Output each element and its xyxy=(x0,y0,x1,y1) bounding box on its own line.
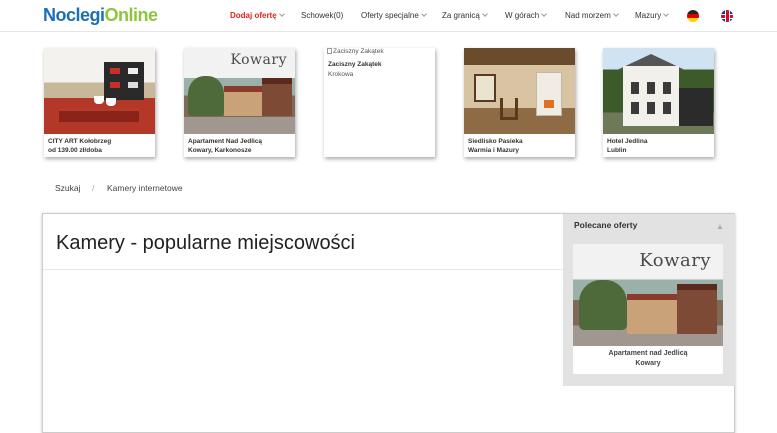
offer-title: Apartament nad Jedlicą xyxy=(608,350,688,357)
site-header: NoclegiOnline Dodaj ofertę Schowek(0) Of… xyxy=(0,0,777,32)
chevron-down-icon xyxy=(481,11,488,17)
photo-detail xyxy=(59,108,139,122)
photo-detail xyxy=(544,100,554,108)
photo-detail xyxy=(623,66,679,126)
card-title: CITY ART Kołobrzeg xyxy=(48,138,112,145)
nav-special-offers[interactable]: Oferty specjalne xyxy=(361,11,427,20)
breadcrumb: Szukaj / Kamery internetowe xyxy=(0,183,777,195)
photo-detail xyxy=(474,74,496,102)
collapse-icon[interactable]: ▲ xyxy=(716,222,724,231)
card-title: Zaciszny Zakątek xyxy=(328,61,382,68)
photo-detail xyxy=(536,72,562,116)
chevron-down-icon xyxy=(278,11,285,17)
nav-mountains[interactable]: W górach xyxy=(505,11,548,20)
de-flag-icon[interactable] xyxy=(687,10,699,22)
offer-photo: Kowary xyxy=(573,244,723,346)
sidebar-title: Polecane oferty xyxy=(574,220,638,230)
nav-seaside-label: Nad morzem xyxy=(565,11,611,20)
offer-photo xyxy=(44,48,155,134)
nav-saved-label: Schowek(0) xyxy=(301,11,344,20)
photo-detail xyxy=(679,88,713,126)
broken-image-icon xyxy=(327,48,332,54)
recommended-offer-card[interactable]: Kowary Apartament nad Jedlicą Kowary xyxy=(573,244,723,374)
offer-photo-broken: Zaciszny Zakątek Zaciszny Zakątek Krokow… xyxy=(324,48,435,134)
featured-card[interactable]: Kowary Apartament Nad Jedlicą Kowary, Ka… xyxy=(184,48,295,157)
recommended-offers-sidebar: Polecane oferty ▲ Kowary Apartament nad … xyxy=(563,214,735,386)
card-subtitle: Lublin xyxy=(607,147,627,154)
page-title: Kamery - popularne miejscowości xyxy=(56,232,356,254)
nav-add-offer-label: Dodaj ofertę xyxy=(230,11,277,20)
nav-mountains-label: W górach xyxy=(505,11,540,20)
alt-text: Zaciszny Zakątek xyxy=(333,48,384,55)
featured-card[interactable]: Zaciszny Zakątek Zaciszny Zakątek Krokow… xyxy=(324,48,435,157)
photo-detail xyxy=(94,96,104,104)
offer-photo xyxy=(603,48,714,134)
nav-mazury[interactable]: Mazury xyxy=(635,11,670,20)
photo-detail xyxy=(104,62,144,100)
featured-card[interactable]: Siedlisko Pasieka Warmia i Mazury xyxy=(464,48,575,157)
nav-saved[interactable]: Schowek(0) xyxy=(301,11,343,20)
chevron-down-icon xyxy=(612,11,619,17)
card-title: Hotel Jedlina xyxy=(607,138,648,145)
photo-detail xyxy=(224,86,262,116)
featured-card[interactable]: CITY ART Kołobrzeg od 139.00 zł/doba xyxy=(44,48,155,157)
card-subtitle: Krokowa xyxy=(328,71,354,78)
card-subtitle: Kowary, Karkonosze xyxy=(188,147,252,154)
gb-flag-icon[interactable] xyxy=(721,10,733,22)
breadcrumb-item-search[interactable]: Szukaj xyxy=(55,183,81,193)
nav-add-offer[interactable]: Dodaj ofertę xyxy=(230,11,285,20)
offer-photo xyxy=(464,48,575,134)
featured-card[interactable]: Hotel Jedlina Lublin xyxy=(603,48,714,157)
offer-location: Kowary xyxy=(635,360,661,367)
nav-seaside[interactable]: Nad morzem xyxy=(565,11,619,20)
card-subtitle: Warmia i Mazury xyxy=(468,147,520,154)
broken-image-alt: Zaciszny Zakątek xyxy=(327,48,384,55)
nav-abroad[interactable]: Za granicą xyxy=(442,11,488,20)
card-subtitle: od 139.00 zł/doba xyxy=(48,147,102,154)
nav-special-offers-label: Oferty specjalne xyxy=(361,11,419,20)
title-divider xyxy=(43,269,563,270)
photo-caption-text: Kowary xyxy=(639,250,711,271)
chevron-down-icon xyxy=(663,11,670,17)
photo-detail xyxy=(500,98,518,120)
photo-detail xyxy=(262,78,292,116)
breadcrumb-item-webcams[interactable]: Kamery internetowe xyxy=(107,183,183,193)
photo-detail xyxy=(627,294,677,334)
nav-abroad-label: Za granicą xyxy=(442,11,480,20)
nav-mazury-label: Mazury xyxy=(635,11,662,20)
photo-caption-text: Kowary xyxy=(230,52,287,68)
chevron-down-icon xyxy=(420,11,427,17)
offer-photo: Kowary xyxy=(184,48,295,134)
main-nav: Dodaj ofertę Schowek(0) Oferty specjalne… xyxy=(0,11,777,23)
photo-detail xyxy=(677,284,717,334)
card-title: Apartament Nad Jedlicą xyxy=(188,138,263,145)
breadcrumb-separator: / xyxy=(92,183,95,193)
card-title: Siedlisko Pasieka xyxy=(468,138,523,145)
content-panel: Kamery - popularne miejscowości Polecane… xyxy=(42,213,735,433)
photo-detail xyxy=(631,82,639,94)
photo-detail xyxy=(188,76,224,116)
chevron-down-icon xyxy=(541,11,548,17)
photo-detail xyxy=(579,280,627,330)
